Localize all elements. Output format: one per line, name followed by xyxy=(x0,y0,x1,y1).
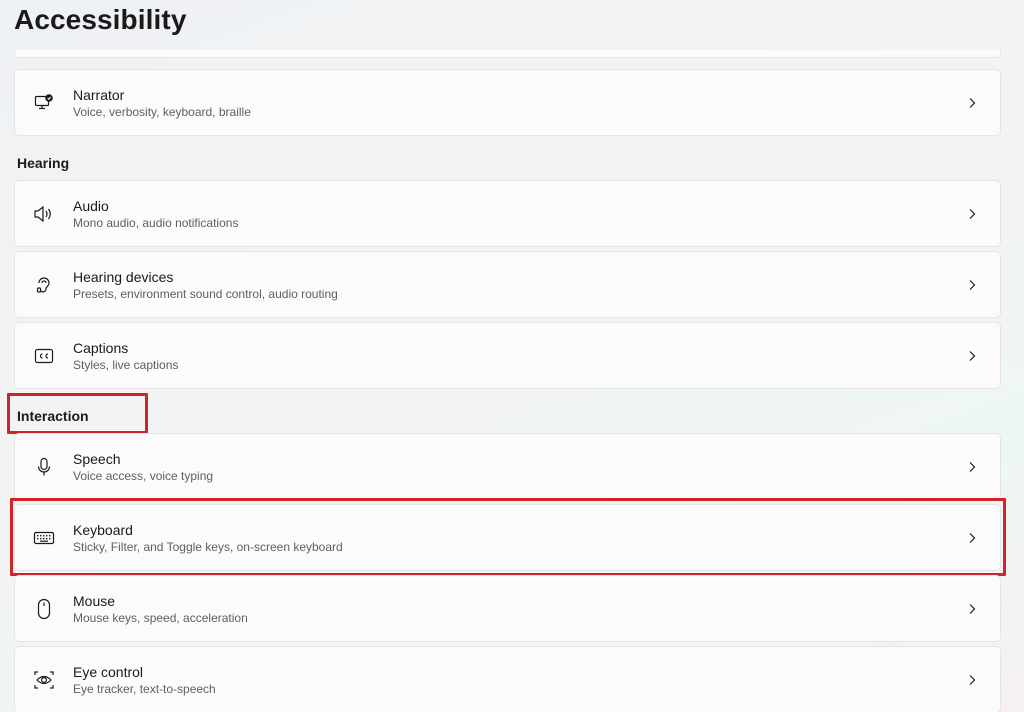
setting-narrator[interactable]: Narrator Voice, verbosity, keyboard, bra… xyxy=(14,69,1001,136)
narrator-icon xyxy=(33,92,55,114)
setting-description: Voice access, voice typing xyxy=(73,468,214,483)
chevron-right-icon xyxy=(964,601,980,617)
captions-icon xyxy=(33,345,55,367)
setting-hearing-devices[interactable]: Hearing devices Presets, environment sou… xyxy=(14,251,1001,318)
setting-description: Presets, environment sound control, audi… xyxy=(73,286,338,301)
scrolled-card-stub xyxy=(14,50,1001,58)
setting-captions[interactable]: Captions Styles, live captions xyxy=(14,322,1001,389)
chevron-right-icon xyxy=(964,459,980,475)
setting-description: Mouse keys, speed, acceleration xyxy=(73,610,248,625)
chevron-right-icon xyxy=(964,206,980,222)
setting-description: Styles, live captions xyxy=(73,357,179,372)
setting-label: Mouse xyxy=(73,592,116,609)
chevron-right-icon xyxy=(964,95,980,111)
eye-control-icon xyxy=(33,669,55,691)
setting-description: Eye tracker, text-to-speech xyxy=(73,681,216,696)
microphone-icon xyxy=(33,456,55,478)
interaction-highlight-box xyxy=(7,393,148,434)
setting-speech[interactable]: Speech Voice access, voice typing xyxy=(14,433,1001,500)
setting-label: Speech xyxy=(73,450,121,467)
setting-label: Hearing devices xyxy=(73,268,174,285)
setting-label: Audio xyxy=(73,197,109,214)
chevron-right-icon xyxy=(964,672,980,688)
setting-label: Narrator xyxy=(73,86,125,103)
chevron-right-icon xyxy=(964,348,980,364)
setting-eye-control[interactable]: Eye control Eye tracker, text-to-speech xyxy=(14,646,1001,712)
section-header-hearing: Hearing xyxy=(17,155,70,171)
speaker-icon xyxy=(33,203,55,225)
setting-description: Mono audio, audio notifications xyxy=(73,215,239,230)
mouse-icon xyxy=(33,598,55,620)
setting-mouse[interactable]: Mouse Mouse keys, speed, acceleration xyxy=(14,575,1001,642)
setting-label: Eye control xyxy=(73,663,144,680)
setting-description: Voice, verbosity, keyboard, braille xyxy=(73,104,251,119)
keyboard-highlight-box xyxy=(10,498,1006,576)
page-title: Accessibility xyxy=(14,4,187,35)
setting-audio[interactable]: Audio Mono audio, audio notifications xyxy=(14,180,1001,247)
setting-label: Captions xyxy=(73,339,129,356)
ear-icon xyxy=(33,274,55,296)
chevron-right-icon xyxy=(964,277,980,293)
